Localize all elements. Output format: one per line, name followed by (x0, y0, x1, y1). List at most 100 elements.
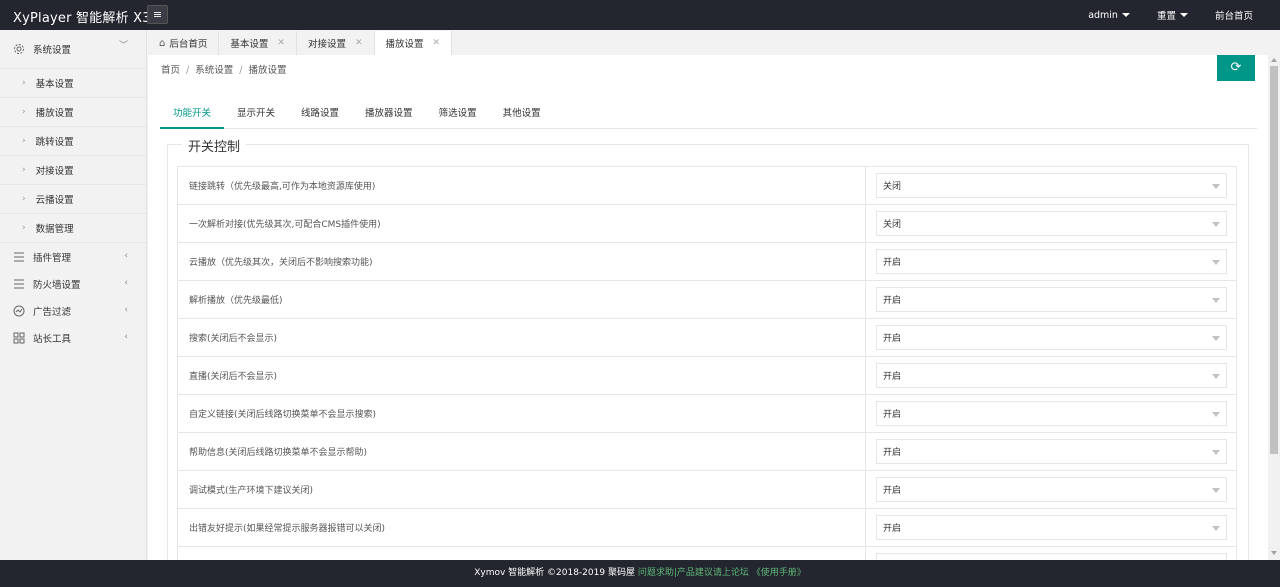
switch-select[interactable] (876, 553, 1227, 560)
vertical-scrollbar[interactable] (1268, 55, 1280, 560)
switch-select[interactable]: 开启 (876, 249, 1227, 274)
sidebar-item-cloud[interactable]: › 云播设置 (0, 185, 146, 214)
switch-select[interactable]: 开启 (876, 287, 1227, 312)
select-value: 开启 (883, 296, 902, 306)
close-icon[interactable]: ✕ (355, 38, 363, 48)
table-row: 链接跳转（优先级最高,可作为本地资源库使用) 关闭 (178, 167, 1236, 205)
select-value: 开启 (883, 334, 902, 344)
select-value: 开启 (883, 258, 902, 268)
breadcrumb-current: 播放设置 (248, 65, 287, 76)
sidebar-item-tools[interactable]: 站长工具 ‹ (0, 324, 146, 351)
chevron-left-icon: ‹ (124, 251, 128, 261)
tab-home[interactable]: ⌂ 后台首页 (148, 31, 220, 55)
footer: Xymov 智能解析 ©2018-2019 聚码屋 问题求助|产品建议请上论坛 … (0, 560, 1280, 587)
caret-down-icon (1212, 222, 1220, 227)
footer-forum-link[interactable]: 问题求助|产品建议请上论坛 (638, 568, 749, 578)
row-label: 云播放（优先级其次，关闭后不影响搜索功能) (178, 243, 866, 280)
switch-select[interactable]: 开启 (876, 363, 1227, 388)
menu-toggle-button[interactable]: ≡ (147, 5, 168, 24)
select-value: 开启 (883, 410, 902, 420)
sidebar-item-data[interactable]: › 数据管理 (0, 214, 146, 243)
chevron-right-icon: › (22, 78, 26, 88)
sidebar-item-system[interactable]: 系统设置 ﹀ (0, 30, 146, 68)
caret-down-icon (1212, 450, 1220, 455)
breadcrumb-system[interactable]: 系统设置 (195, 65, 233, 76)
caret-down-icon (1212, 298, 1220, 303)
footer-manual-link[interactable]: 《使用手册》 (752, 568, 806, 578)
sidebar-item-label: 广告过滤 (33, 306, 72, 318)
row-label: 一次解析对接(优先级其次,可配合CMS插件使用) (178, 205, 866, 242)
subtab-player-settings[interactable]: 播放器设置 (352, 99, 426, 129)
caret-down-icon (1212, 488, 1220, 493)
subtab-feature-switch[interactable]: 功能开关 (160, 99, 225, 129)
home-icon: ⌂ (159, 37, 166, 49)
table-row: 解析播放（优先级最低) 开启 (178, 281, 1236, 319)
sidebar-item-dock[interactable]: › 对接设置 (0, 156, 146, 185)
footer-copyright: Xymov 智能解析 ©2018-2019 (474, 568, 606, 578)
sidebar-item-adfilter[interactable]: 广告过滤 ‹ (0, 297, 146, 324)
frontend-link[interactable]: 前台首页 (1215, 8, 1253, 22)
gear-icon (14, 44, 24, 54)
switch-select[interactable]: 开启 (876, 515, 1227, 540)
subtab-display-switch[interactable]: 显示开关 (224, 99, 288, 129)
row-label: 调试模式(生产环境下建议关闭) (178, 471, 866, 508)
row-control: 开启 (866, 509, 1236, 546)
breadcrumb-home[interactable]: 首页 (161, 65, 180, 76)
sidebar: 系统设置 ﹀ › 基本设置 › 播放设置 › 跳转设置 › 对接设置 › 云播设置 › 数据… (0, 30, 147, 560)
refresh-icon: ⟳ (1230, 60, 1242, 75)
reset-menu[interactable]: 重置 (1157, 8, 1188, 22)
tab-label: 对接设置 (307, 39, 346, 50)
row-control (866, 547, 1236, 560)
table-row: 自定义链接(关闭后线路切换菜单不会显示搜索) 开启 (178, 395, 1236, 433)
table-row: 帮助信息(关闭后线路切换菜单不会显示帮助) 开启 (178, 433, 1236, 471)
sidebar-item-label: 数据管理 (35, 224, 74, 235)
scroll-up-icon[interactable] (1271, 58, 1277, 62)
sidebar-item-label: 云播设置 (35, 195, 74, 206)
chevron-left-icon: ‹ (124, 305, 128, 315)
switch-select[interactable]: 关闭 (876, 211, 1227, 236)
subtab-other-settings[interactable]: 其他设置 (490, 99, 554, 129)
switch-select[interactable]: 关闭 (876, 173, 1227, 198)
footer-brand[interactable]: 聚码屋 (608, 568, 635, 578)
row-label: 出错友好提示(如果经常提示服务器报错可以关闭) (178, 509, 866, 546)
select-value: 关闭 (883, 220, 902, 230)
tab-label: 播放设置 (385, 39, 424, 50)
sidebar-submenu: › 基本设置 › 播放设置 › 跳转设置 › 对接设置 › 云播设置 › 数据管理 (0, 68, 146, 243)
tab-basic[interactable]: 基本设置 ✕ (219, 31, 297, 55)
breadcrumb-separator: / (239, 65, 243, 76)
scroll-down-icon[interactable] (1271, 551, 1277, 555)
tab-dock[interactable]: 对接设置 ✕ (296, 31, 375, 55)
select-value: 开启 (883, 524, 902, 534)
user-menu[interactable]: admin (1088, 10, 1130, 21)
row-label: 搜索(关闭后不会显示) (178, 319, 866, 356)
scrollbar-thumb[interactable] (1270, 66, 1278, 454)
switch-select[interactable]: 开启 (876, 325, 1227, 350)
sidebar-item-play[interactable]: › 播放设置 (0, 98, 146, 127)
close-icon[interactable]: ✕ (277, 38, 285, 48)
subtab-filter-settings[interactable]: 筛选设置 (426, 99, 490, 129)
select-value: 关闭 (883, 182, 902, 192)
select-value: 开启 (883, 448, 902, 458)
sidebar-item-basic[interactable]: › 基本设置 (0, 69, 146, 98)
sidebar-item-label: 插件管理 (33, 252, 72, 264)
refresh-button[interactable]: ⟳ (1217, 55, 1255, 81)
row-label: 直播(关闭后不会显示) (178, 357, 866, 394)
chevron-left-icon: ‹ (124, 278, 128, 288)
switch-select[interactable]: 开启 (876, 401, 1227, 426)
close-icon[interactable]: ✕ (433, 38, 441, 48)
caret-down-icon (1212, 412, 1220, 417)
subtab-route-settings[interactable]: 线路设置 (288, 99, 352, 129)
sidebar-item-jump[interactable]: › 跳转设置 (0, 127, 146, 156)
tab-play[interactable]: 播放设置 ✕ (374, 31, 453, 55)
table-row: 云播放（优先级其次，关闭后不影响搜索功能) 开启 (178, 243, 1236, 281)
sidebar-item-plugins[interactable]: 插件管理 ‹ (0, 243, 146, 270)
row-control: 开启 (866, 395, 1236, 432)
chevron-right-icon: › (22, 107, 26, 117)
sidebar-item-label: 防火墙设置 (33, 279, 81, 291)
caret-down-icon (1212, 260, 1220, 265)
sidebar-item-firewall[interactable]: 防火墙设置 ‹ (0, 270, 146, 297)
row-control: 开启 (866, 319, 1236, 356)
switch-select[interactable]: 开启 (876, 439, 1227, 464)
switch-select[interactable]: 开启 (876, 477, 1227, 502)
sidebar-item-label: 系统设置 (33, 45, 72, 56)
